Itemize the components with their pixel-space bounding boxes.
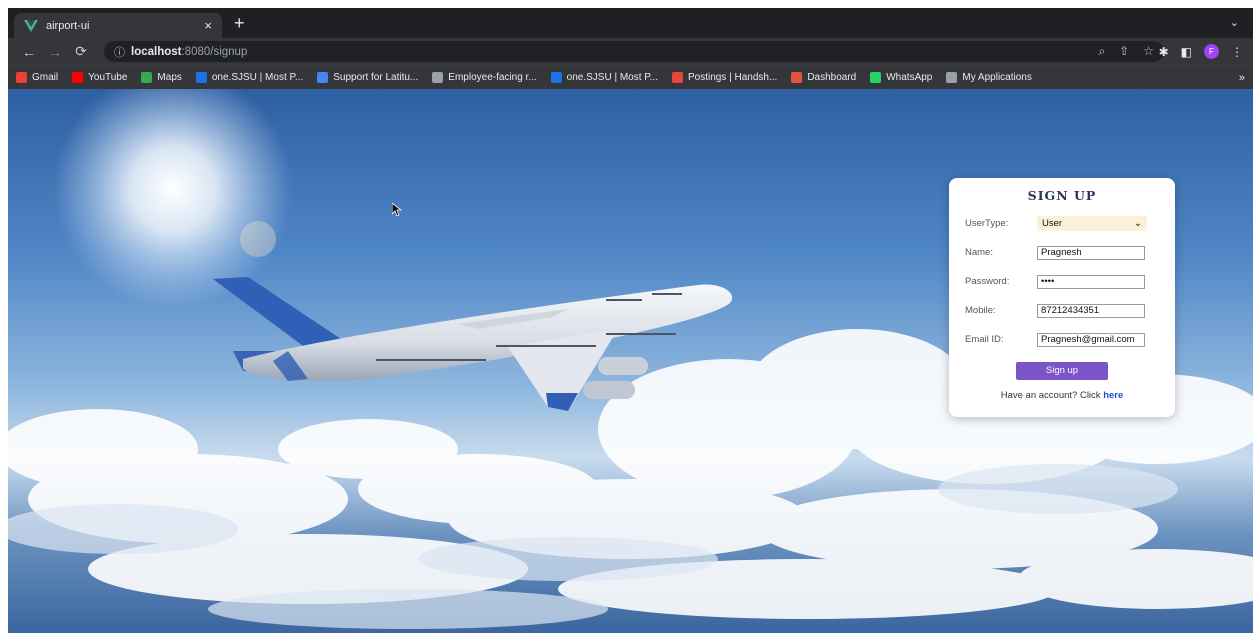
usertype-select[interactable]: User ⌄ <box>1037 216 1147 231</box>
mouse-cursor-icon <box>392 203 402 217</box>
bookmark-favicon-icon <box>72 72 84 83</box>
signup-title: SIGN UP <box>1027 188 1097 203</box>
signup-card: SIGN UP UserType: User ⌄ Name: Password:… <box>949 178 1175 417</box>
address-bar[interactable]: ⓘ localhost :8080/signup ⌕ ⇧ ☆ <box>104 41 1164 62</box>
chevron-down-icon: ⌄ <box>1134 218 1142 229</box>
password-row: Password: <box>965 267 1159 296</box>
mobile-input[interactable] <box>1037 303 1145 318</box>
bookmark-favicon-icon <box>141 72 153 83</box>
browser-menu-icon[interactable]: ⋮ <box>1231 45 1243 59</box>
bookmark-label: one.SJSU | Most P... <box>566 72 658 83</box>
browser-toolbar: ← → ⟳ ⓘ localhost :8080/signup ⌕ ⇧ ☆ ✱ ◧… <box>8 38 1253 65</box>
submit-row: Sign up <box>965 360 1159 380</box>
browser-window: airport-ui × + ⌄ ← → ⟳ ⓘ localhost :8080… <box>8 8 1253 633</box>
bookmarks-bar: Gmail YouTube Maps one.SJSU | Most P... Supp… <box>8 65 1253 89</box>
bookmark-favicon-icon <box>317 72 329 83</box>
extensions-puzzle-icon[interactable]: ✱ <box>1159 45 1169 59</box>
zoom-search-icon[interactable]: ⌕ <box>1098 44 1105 59</box>
name-row: Name: <box>965 238 1159 267</box>
url-path: :8080/signup <box>181 45 248 58</box>
bookmark-item[interactable]: one.SJSU | Most P... <box>550 72 658 83</box>
bookmark-item[interactable]: WhatsApp <box>870 72 932 83</box>
bookmark-favicon-icon <box>672 72 683 83</box>
side-panel-icon[interactable]: ◧ <box>1181 45 1192 59</box>
forward-icon[interactable]: → <box>42 44 68 60</box>
password-input[interactable] <box>1037 274 1145 289</box>
bookmark-item[interactable]: Postings | Handsh... <box>672 72 777 83</box>
bookmark-item[interactable]: Support for Latitu... <box>317 72 418 83</box>
site-info-icon[interactable]: ⓘ <box>114 44 125 60</box>
bookmarks-overflow-icon[interactable]: » <box>1239 72 1245 84</box>
bookmark-star-icon[interactable]: ☆ <box>1143 44 1154 59</box>
bookmark-favicon-icon <box>870 72 882 83</box>
email-row: Email ID: <box>965 325 1159 354</box>
reload-icon[interactable]: ⟳ <box>68 43 94 60</box>
bookmark-item[interactable]: YouTube <box>72 72 127 83</box>
share-icon[interactable]: ⇧ <box>1119 44 1129 59</box>
usertype-label: UserType: <box>965 218 1009 229</box>
bookmark-item[interactable]: Employee-facing r... <box>432 72 537 83</box>
bookmark-label: WhatsApp <box>886 72 933 83</box>
bookmark-favicon-icon <box>946 72 958 83</box>
bookmark-item[interactable]: Maps <box>141 72 182 83</box>
bookmark-item[interactable]: Gmail <box>16 72 58 83</box>
url-host: localhost <box>131 45 182 58</box>
bookmark-favicon-icon <box>195 72 207 83</box>
tab-strip: airport-ui × + ⌄ <box>8 8 1253 38</box>
name-label: Name: <box>965 247 993 258</box>
vue-logo-icon <box>24 19 38 32</box>
email-label: Email ID: <box>965 334 1004 345</box>
toolbar-right-icons: ✱ ◧ F ⋮ <box>1159 44 1243 59</box>
bookmark-label: Dashboard <box>807 72 857 83</box>
new-tab-button[interactable]: + <box>234 14 245 32</box>
have-account-text: Have an account? Click <box>1000 390 1104 401</box>
bookmark-label: My Applications <box>962 72 1032 83</box>
password-label: Password: <box>965 276 1010 287</box>
bookmark-label: Postings | Handsh... <box>688 72 778 83</box>
usertype-value: User <box>1042 218 1063 229</box>
bookmark-item[interactable]: Dashboard <box>791 72 856 83</box>
bookmark-label: YouTube <box>88 72 128 83</box>
bookmark-label: Employee-facing r... <box>448 72 537 83</box>
bookmark-favicon-icon <box>432 72 444 83</box>
bookmark-item[interactable]: My Applications <box>946 72 1032 83</box>
name-input[interactable] <box>1037 245 1145 260</box>
tab-title: airport-ui <box>46 19 90 32</box>
tab-close-icon[interactable]: × <box>204 18 212 33</box>
bookmark-label: one.SJSU | Most P... <box>211 72 304 83</box>
bookmark-item[interactable]: one.SJSU | Most P... <box>195 72 304 83</box>
login-here-link[interactable]: here <box>1103 390 1123 401</box>
usertype-row: UserType: User ⌄ <box>965 209 1159 238</box>
login-prompt: Have an account? Click here <box>965 390 1159 401</box>
mobile-label: Mobile: <box>965 305 996 316</box>
tab-airport-ui[interactable]: airport-ui × <box>14 13 222 38</box>
tab-search-chevron-icon[interactable]: ⌄ <box>1230 16 1239 29</box>
bookmark-favicon-icon <box>16 72 27 83</box>
mobile-row: Mobile: <box>965 296 1159 325</box>
profile-avatar[interactable]: F <box>1204 44 1219 59</box>
bookmark-favicon-icon <box>550 72 562 83</box>
bookmark-label: Gmail <box>32 72 59 83</box>
signup-button[interactable]: Sign up <box>1016 362 1108 380</box>
bookmark-label: Maps <box>157 72 182 83</box>
page-viewport: SIGN UP UserType: User ⌄ Name: Password:… <box>8 89 1253 633</box>
back-icon[interactable]: ← <box>16 44 42 60</box>
bookmark-label: Support for Latitu... <box>333 72 419 83</box>
bookmark-favicon-icon <box>791 72 803 83</box>
omnibox-actions: ⌕ ⇧ ☆ <box>1098 44 1154 59</box>
email-input[interactable] <box>1037 332 1145 347</box>
